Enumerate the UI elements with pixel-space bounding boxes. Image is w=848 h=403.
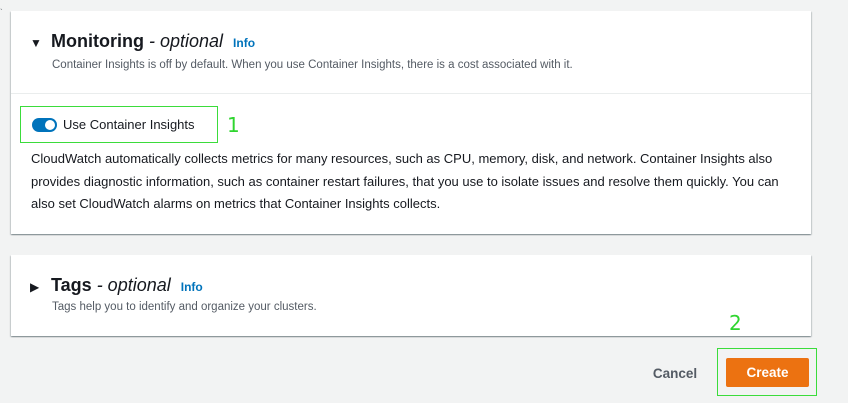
toggle-knob (45, 120, 55, 130)
corner-mark: ` (0, 8, 3, 17)
container-insights-description: CloudWatch automatically collects metric… (31, 151, 779, 211)
tags-header[interactable]: ▶ Tags - optional Info Tags help you to … (11, 255, 811, 336)
tags-description: Tags help you to identify and organize y… (52, 301, 317, 313)
monitoring-optional: - optional (148, 31, 224, 51)
caret-down-icon[interactable]: ▼ (30, 36, 44, 50)
container-insights-toggle-highlight[interactable]: Use Container Insights (20, 106, 218, 143)
monitoring-header[interactable]: ▼ Monitoring - optional Info Container I… (11, 11, 811, 94)
tags-optional: - optional (96, 275, 171, 295)
tags-panel: ▶ Tags - optional Info Tags help you to … (11, 255, 811, 336)
create-button[interactable]: Create (726, 358, 809, 387)
monitoring-description: Container Insights is off by default. Wh… (52, 59, 573, 71)
monitoring-header-row[interactable]: ▼ Monitoring - optional Info (30, 31, 255, 52)
tags-title: Tags (51, 275, 92, 295)
cancel-button[interactable]: Cancel (640, 362, 710, 384)
monitoring-info-link[interactable]: Info (233, 36, 255, 50)
tags-info-link[interactable]: Info (181, 280, 203, 294)
monitoring-title: Monitoring (51, 31, 144, 51)
tags-header-row[interactable]: ▶ Tags - optional Info (30, 275, 203, 296)
monitoring-panel: ▼ Monitoring - optional Info Container I… (11, 11, 811, 234)
container-insights-toggle[interactable] (32, 118, 57, 132)
container-insights-label[interactable]: Use Container Insights (63, 117, 195, 132)
annotation-1: 1 (227, 113, 240, 137)
create-button-highlight: Create (717, 348, 817, 396)
annotation-2: 2 (729, 311, 742, 335)
caret-right-icon[interactable]: ▶ (30, 280, 44, 294)
